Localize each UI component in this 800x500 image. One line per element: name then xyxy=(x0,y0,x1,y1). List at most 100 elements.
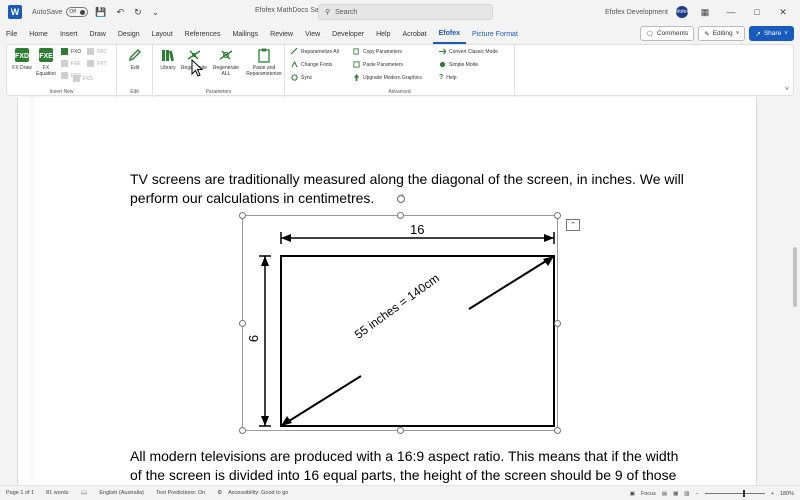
paste-parameters-label: Paste Parameters xyxy=(363,61,404,68)
minimize-icon[interactable]: — xyxy=(722,7,740,17)
search-input[interactable]: ⚲ Search xyxy=(318,4,493,20)
zoom-slider[interactable] xyxy=(704,490,765,497)
resize-handle-l[interactable] xyxy=(239,320,246,327)
print-layout-icon[interactable]: ▤ xyxy=(662,491,667,497)
fxe-button[interactable]: FXE xyxy=(61,60,81,67)
tab-insert[interactable]: Insert xyxy=(54,24,84,44)
group-label-edit: Edit xyxy=(130,89,139,95)
web-layout-icon[interactable]: ▥ xyxy=(684,491,689,497)
redo-icon[interactable]: ↻ xyxy=(131,7,145,18)
tab-mailings[interactable]: Mailings xyxy=(226,24,264,44)
copy-parameters-label: Copy Parameters xyxy=(363,48,402,55)
tab-layout[interactable]: Layout xyxy=(146,24,179,44)
fxc-button[interactable]: FXC xyxy=(87,48,107,55)
ribbon-display-icon[interactable]: ▦ xyxy=(696,7,714,18)
more-commands-icon[interactable]: ⌄ xyxy=(149,7,163,18)
fxt-button[interactable]: FXT xyxy=(87,60,106,67)
vertical-scrollbar[interactable] xyxy=(790,97,800,485)
tab-help[interactable]: Help xyxy=(370,24,396,44)
tab-picture-format[interactable]: Picture Format xyxy=(466,24,524,44)
share-button[interactable]: ↗ Share ˅ xyxy=(749,26,794,41)
fxc-label: FXC xyxy=(97,48,107,55)
chevron-down-icon: ˅ xyxy=(784,30,788,37)
tab-references[interactable]: References xyxy=(179,24,227,44)
tab-home[interactable]: Home xyxy=(23,24,54,44)
undo-icon[interactable]: ↶ xyxy=(114,7,128,18)
change-fonts-button[interactable]: Change Fonts xyxy=(291,61,332,68)
zoom-in-icon[interactable]: + xyxy=(771,491,774,497)
maximize-icon[interactable]: □ xyxy=(748,7,766,17)
title-bar: W AutoSave Off 💾 ↶ ↻ ⌄ Efofex MathDocs S… xyxy=(0,0,800,24)
share-icon: ↗ xyxy=(755,30,761,38)
resize-handle-tl[interactable] xyxy=(239,212,246,219)
scrollbar-thumb[interactable] xyxy=(793,247,797,307)
comments-label: Comments xyxy=(656,30,689,37)
reparametize-all-label: Reparametize All xyxy=(301,48,339,55)
tab-review[interactable]: Review xyxy=(264,24,299,44)
resize-handle-tr[interactable] xyxy=(554,212,561,219)
collapse-ribbon-icon[interactable]: ˅ xyxy=(785,86,789,93)
proofing-icon[interactable]: 📖 xyxy=(74,490,93,496)
autosave-control[interactable]: AutoSave Off xyxy=(32,7,89,17)
editing-button[interactable]: ✎ Editing ˅ xyxy=(698,26,746,41)
reparametize-all-button[interactable]: Reparametize All xyxy=(291,48,339,55)
focus-button[interactable]: Focus xyxy=(641,491,656,497)
tab-design[interactable]: Design xyxy=(112,24,146,44)
word-count[interactable]: 81 words xyxy=(40,490,74,496)
resize-handle-br[interactable] xyxy=(554,427,561,434)
comments-button[interactable]: 🗨 Comments xyxy=(639,26,695,41)
regenerate-all-button[interactable]: Regenerate ALL xyxy=(213,47,239,77)
resize-handle-bl[interactable] xyxy=(239,427,246,434)
tab-draw[interactable]: Draw xyxy=(83,24,111,44)
sync-button[interactable]: Sync xyxy=(291,74,312,81)
tab-developer[interactable]: Developer xyxy=(326,24,370,44)
language[interactable]: English (Australia) xyxy=(93,490,150,496)
fx-draw-button[interactable]: FXD FX Draw xyxy=(9,47,35,71)
height-label: 9 xyxy=(246,334,262,343)
avatar[interactable]: efofex xyxy=(675,6,689,18)
rotate-handle-icon[interactable] xyxy=(396,194,406,204)
tv-screen-figure[interactable] xyxy=(239,212,561,434)
convert-classic-button[interactable]: Convert Classic Mode xyxy=(439,48,498,55)
tv-screen-diagram xyxy=(259,232,555,427)
fx-draw-icon: FXD xyxy=(15,48,29,62)
tab-efofex[interactable]: Efofex xyxy=(432,24,466,44)
user-name[interactable]: Efofex Development xyxy=(605,9,668,16)
tab-file[interactable]: File xyxy=(0,24,23,44)
fxs-label: FXS xyxy=(83,75,93,82)
help-button[interactable]: ? Help xyxy=(439,74,457,81)
tab-acrobat[interactable]: Acrobat xyxy=(396,24,432,44)
read-mode-icon[interactable]: ▦ xyxy=(673,491,678,497)
page-count[interactable]: Page 1 of 1 xyxy=(0,490,40,496)
copy-parameters-button[interactable]: Copy Parameters xyxy=(353,48,402,55)
resize-handle-r[interactable] xyxy=(554,320,561,327)
fxc-icon xyxy=(87,48,94,55)
paste-parameters-button[interactable]: Paste Parameters xyxy=(353,61,403,68)
help-label: Help xyxy=(446,74,457,81)
fxd-button[interactable]: FXD xyxy=(61,48,81,55)
paste-reparameterize-button[interactable]: Paste and Reparameterize xyxy=(246,47,282,77)
autosave-toggle[interactable]: Off xyxy=(66,7,89,17)
paragraph-intro[interactable]: TV screens are traditionally measured al… xyxy=(130,170,690,208)
layout-options-icon[interactable]: ⌃ xyxy=(566,219,580,231)
group-label-parameters: Parameters xyxy=(205,89,232,95)
resize-handle-b[interactable] xyxy=(397,427,404,434)
close-icon[interactable]: ✕ xyxy=(774,7,792,18)
fx-equation-button[interactable]: FXE FX Equation xyxy=(33,47,59,77)
zoom-slider-knob[interactable] xyxy=(742,490,745,497)
upgrade-modern-button[interactable]: Upgrade Modern Graphics xyxy=(353,74,422,81)
simple-mode-icon xyxy=(439,61,446,68)
simple-mode-button[interactable]: Simple Mode xyxy=(439,61,478,68)
fxs-button[interactable]: FXS xyxy=(73,75,93,82)
zoom-out-icon[interactable]: − xyxy=(695,491,698,497)
save-icon[interactable]: 💾 xyxy=(92,7,109,18)
library-button[interactable]: Library xyxy=(155,47,181,71)
accessibility-status[interactable]: Accessibility: Good to go xyxy=(228,490,294,496)
edit-button[interactable]: Edit xyxy=(122,47,148,71)
zoom-level[interactable]: 180% xyxy=(780,491,794,497)
search-placeholder: Search xyxy=(335,8,358,16)
text-predictions[interactable]: Text Predictions: On xyxy=(150,490,211,496)
resize-handle-t[interactable] xyxy=(397,212,404,219)
pencil-icon: ✎ xyxy=(704,30,710,38)
tab-view[interactable]: View xyxy=(299,24,326,44)
